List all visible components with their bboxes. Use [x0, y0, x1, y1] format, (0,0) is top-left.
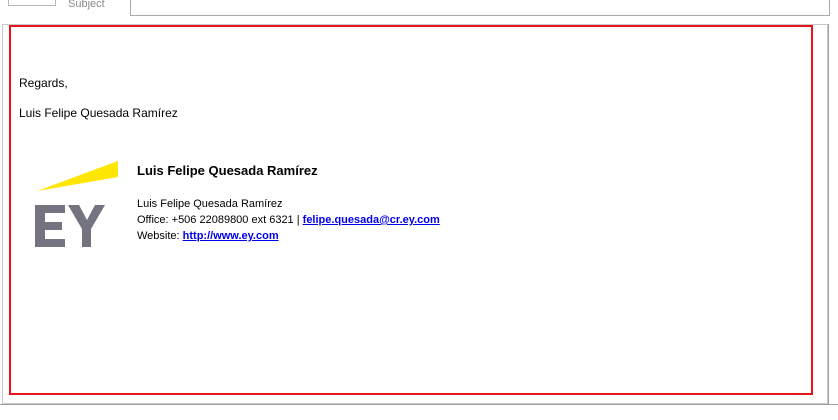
signature-name-heading: Luis Felipe Quesada Ramírez [137, 163, 318, 178]
header-strip: Subject [0, 0, 838, 18]
ey-logo-beam [37, 161, 118, 191]
office-phone-text: Office: +506 22089800 ext 6321 | [137, 214, 303, 226]
website-link[interactable]: http://www.ey.com [183, 230, 279, 242]
email-compose-window: Subject Regards, Luis Felipe Quesada Ram… [0, 0, 838, 420]
highlight-annotation-box [9, 25, 813, 395]
email-link[interactable]: felipe.quesada@cr.ey.com [303, 214, 440, 226]
ey-logo-letter-y [68, 205, 105, 247]
website-label: Website: [137, 230, 183, 242]
signature-name-line: Luis Felipe Quesada Ramírez [137, 198, 283, 210]
regards-text: Regards, [19, 76, 68, 90]
signature-office-line: Office: +506 22089800 ext 6321 | felipe.… [137, 213, 440, 227]
sender-name-text: Luis Felipe Quesada Ramírez [19, 106, 178, 120]
editor-scrollbar-edge [828, 24, 829, 404]
subject-input[interactable] [130, 0, 830, 16]
editor-bottom-border [0, 404, 838, 405]
signature-website-line: Website: http://www.ey.com [137, 229, 279, 243]
ey-logo-letter-e [35, 205, 65, 247]
ey-logo-text: EY [32, 160, 34, 161]
subject-label: Subject [68, 0, 105, 10]
ey-logo: EY [32, 160, 118, 247]
from-button[interactable] [8, 0, 56, 6]
